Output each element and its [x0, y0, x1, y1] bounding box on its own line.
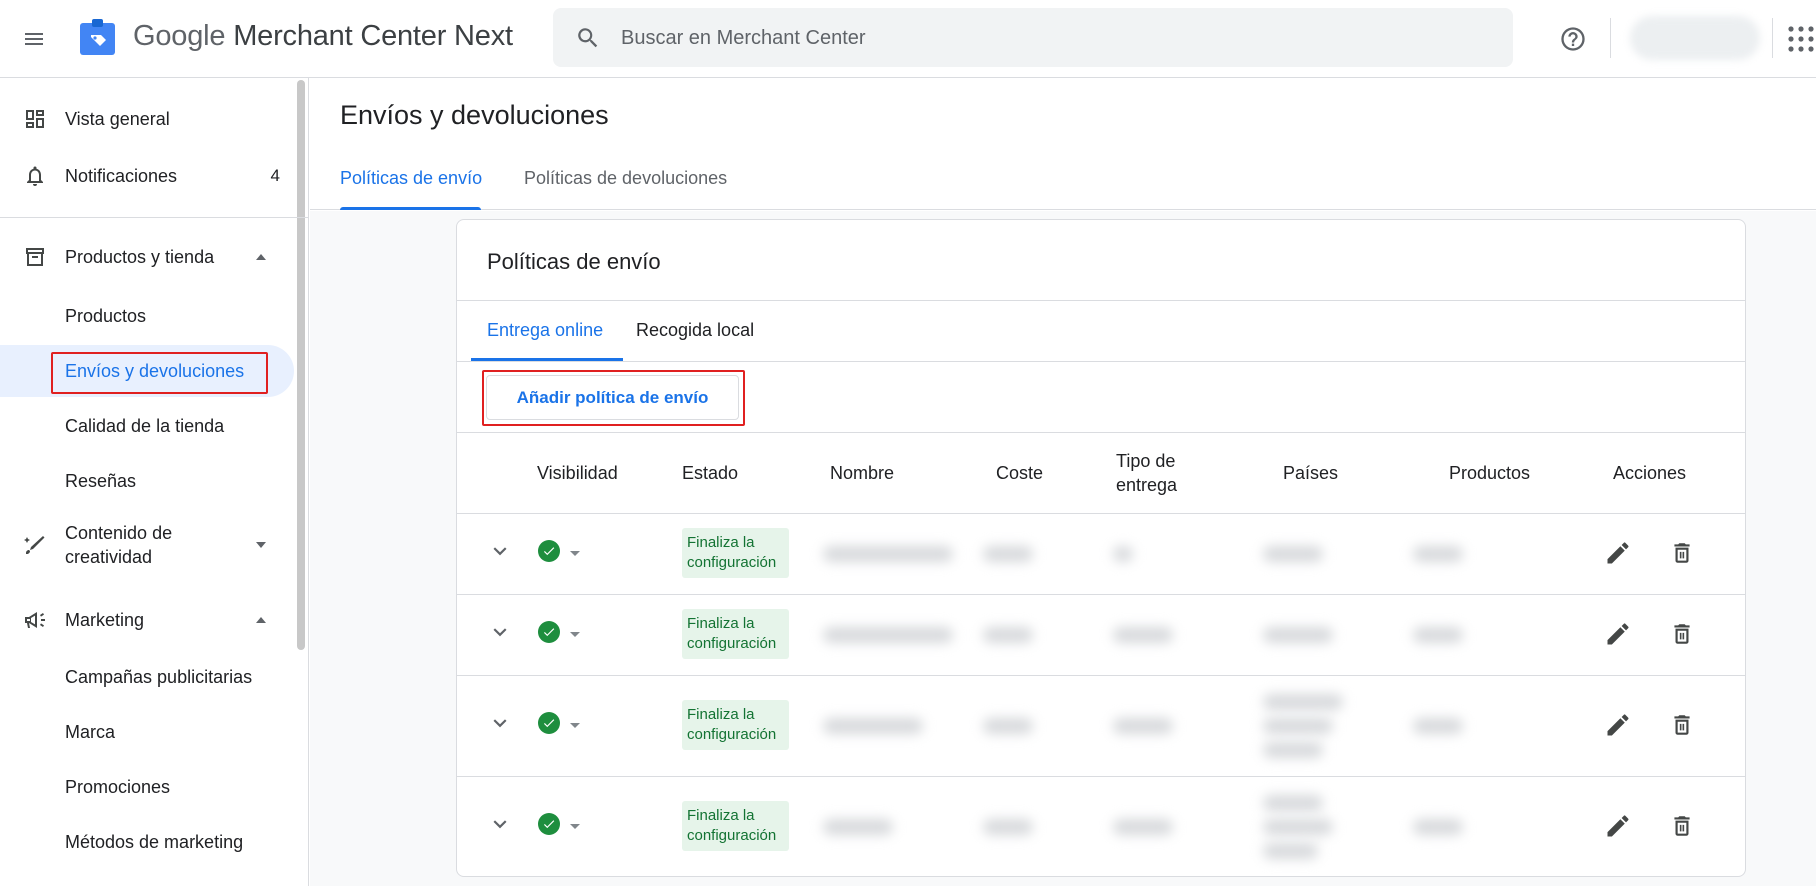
redacted-row-content	[813, 676, 1547, 776]
chevron-down-icon[interactable]	[487, 619, 513, 645]
sidebar-item-label: Productos y tienda	[65, 246, 215, 267]
menu-icon[interactable]	[16, 21, 52, 57]
visibility-dropdown-icon[interactable]	[570, 632, 580, 637]
merchant-center-logo	[79, 19, 116, 56]
store-icon	[22, 244, 48, 270]
sidebar-item-store-quality[interactable]: Calidad de la tienda	[0, 400, 294, 452]
chevron-down-icon	[256, 542, 266, 548]
column-header-products[interactable]: Productos	[1449, 461, 1530, 485]
chevron-up-icon	[256, 253, 266, 260]
card-divider	[457, 432, 1745, 433]
delete-icon[interactable]	[1669, 812, 1695, 840]
column-header-actions: Acciones	[1613, 463, 1687, 483]
chevron-down-icon[interactable]	[487, 538, 513, 564]
card-title: Políticas de envío	[487, 249, 661, 274]
edit-icon[interactable]	[1604, 812, 1632, 840]
topbar-divider	[1772, 18, 1773, 58]
edit-icon[interactable]	[1604, 711, 1632, 739]
sidebar-divider	[0, 217, 308, 218]
sidebar-item-label: Contenido de creatividad	[65, 523, 173, 567]
visible-check-icon[interactable]	[538, 540, 560, 562]
tab-shipping-policies[interactable]: Políticas de envío	[340, 168, 482, 189]
delete-icon[interactable]	[1669, 620, 1695, 648]
column-header-delivery-type[interactable]: Tipo de entrega	[1116, 449, 1196, 497]
account-switcher[interactable]	[1630, 16, 1760, 60]
creative-icon	[22, 532, 48, 558]
visible-check-icon[interactable]	[538, 712, 560, 734]
sidebar-item-notifications[interactable]: Notificaciones 4	[0, 148, 300, 203]
delete-icon[interactable]	[1669, 539, 1695, 567]
visibility-dropdown-icon[interactable]	[570, 723, 580, 728]
status-badge: Finaliza la configuración	[682, 801, 789, 851]
tab-local-pickup[interactable]: Recogida local	[636, 320, 754, 341]
card-divider	[457, 361, 1745, 362]
status-badge: Finaliza la configuración	[682, 700, 789, 750]
tab-online-delivery[interactable]: Entrega online	[487, 320, 603, 341]
brand-product: Merchant Center Next	[233, 20, 513, 52]
visibility-dropdown-icon[interactable]	[570, 824, 580, 829]
sidebar-item-label: Notificaciones	[65, 165, 178, 186]
shipping-policies-card: Políticas de envío Entrega online Recogi…	[456, 219, 1746, 877]
chevron-down-icon[interactable]	[487, 811, 513, 837]
card-divider	[457, 300, 1745, 301]
sidebar-item-marketing[interactable]: Marketing	[0, 592, 300, 647]
apps-grid-icon[interactable]	[1786, 24, 1816, 54]
sidebar-item-label: Vista general	[65, 108, 170, 129]
sidebar-item-label: Promociones	[65, 776, 171, 797]
sidebar-item-overview[interactable]: Vista general	[0, 91, 300, 146]
active-tab-indicator	[340, 207, 481, 210]
redacted-row-content	[813, 514, 1547, 594]
sidebar-item-reviews[interactable]: Reseñas	[0, 455, 294, 507]
help-icon[interactable]	[1555, 21, 1591, 57]
sidebar-item-label: Marca	[65, 721, 116, 742]
chevron-down-icon[interactable]	[487, 710, 513, 736]
sidebar-item-products[interactable]: Productos	[0, 290, 294, 342]
highlight-annotation	[51, 352, 268, 394]
topbar-divider	[1610, 18, 1611, 58]
delete-icon[interactable]	[1669, 711, 1695, 739]
highlight-annotation	[482, 370, 745, 426]
status-badge: Finaliza la configuración	[682, 528, 789, 578]
visible-check-icon[interactable]	[538, 813, 560, 835]
main-tabs: Políticas de envío Políticas de devoluci…	[310, 150, 1816, 210]
top-app-bar: Google Merchant Center Next	[0, 0, 1816, 78]
sidebar-item-label: Reseñas	[65, 470, 137, 491]
edit-icon[interactable]	[1604, 539, 1632, 567]
sidebar-item-label: Productos	[65, 305, 147, 326]
sidebar-item-brand[interactable]: Marca	[0, 706, 294, 758]
status-badge: Finaliza la configuración	[682, 609, 789, 659]
tab-return-policies[interactable]: Políticas de devoluciones	[524, 168, 727, 189]
sidebar-item-label: Marketing	[65, 609, 145, 630]
page-title: Envíos y devoluciones	[340, 100, 609, 130]
bell-icon	[22, 163, 48, 189]
search-bar[interactable]	[553, 8, 1513, 67]
sidebar-item-ad-campaigns[interactable]: Campañas publicitarias	[0, 651, 294, 703]
visibility-dropdown-icon[interactable]	[570, 551, 580, 556]
sidebar-item-promotions[interactable]: Promociones	[0, 761, 294, 813]
redacted-row-content	[813, 595, 1547, 675]
chevron-up-icon	[256, 616, 266, 623]
sidebar-item-label: Campañas publicitarias	[65, 666, 253, 687]
visible-check-icon[interactable]	[538, 621, 560, 643]
sidebar-item-creative-content[interactable]: Contenido de creatividad	[0, 510, 300, 580]
column-header-countries[interactable]: Países	[1283, 461, 1338, 485]
redacted-row-content	[813, 777, 1547, 876]
edit-icon[interactable]	[1604, 620, 1632, 648]
app-title: Google Merchant Center Next	[133, 20, 513, 53]
search-input[interactable]	[621, 18, 1481, 58]
column-header-visibility[interactable]: Visibilidad	[537, 461, 618, 485]
sidebar-item-products-store[interactable]: Productos y tienda	[0, 229, 300, 284]
brand-google: Google	[133, 20, 226, 52]
column-header-name[interactable]: Nombre	[830, 461, 894, 485]
sidebar-item-label: Calidad de la tienda	[65, 415, 225, 436]
side-navigation: Vista general Notificaciones 4 Productos…	[0, 78, 309, 886]
sidebar-item-label: Métodos de marketing	[65, 831, 244, 852]
column-header-cost[interactable]: Coste	[996, 461, 1043, 485]
sidebar-item-marketing-methods[interactable]: Métodos de marketing	[0, 816, 294, 868]
dashboard-icon	[22, 106, 48, 132]
search-icon	[575, 25, 601, 56]
notification-count-badge: 4	[270, 165, 280, 185]
megaphone-icon	[22, 607, 48, 633]
column-header-status[interactable]: Estado	[682, 461, 738, 485]
